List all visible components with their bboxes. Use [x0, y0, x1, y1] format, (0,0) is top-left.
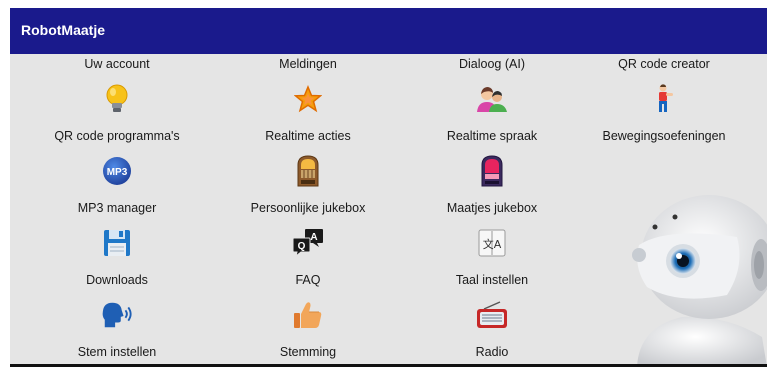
menu-item-label: Realtime spraak [446, 129, 538, 143]
menu-item-label: MP3 manager [77, 201, 157, 215]
menu-item-label: Radio [475, 345, 509, 359]
menu-item-label: Dialoog (AI) [459, 57, 525, 71]
robot-illustration [627, 187, 767, 367]
menu-item-meldingen[interactable]: Meldingen [218, 54, 398, 74]
menu-item-label: Stemming [279, 345, 337, 359]
menu-item-label: Stem instellen [77, 345, 157, 359]
menu-item-downloads[interactable]: Downloads [27, 227, 207, 299]
menu-item-label: Realtime acties [265, 129, 351, 143]
menu-item-realtime-spraak[interactable]: Realtime spraak [402, 83, 582, 155]
menu-item-label: Taal instellen [455, 273, 529, 287]
faq-q-text: Q [298, 241, 306, 252]
menu-row-top: Uw account Meldingen Dialoog (AI) QR cod… [10, 54, 767, 74]
menu-item-maatjes-jukebox[interactable]: Maatjes jukebox [402, 155, 582, 227]
menu-item-stemming[interactable]: Stemming [218, 299, 398, 367]
menu-item-label: Maatjes jukebox [446, 201, 538, 215]
thumbs-up-icon [292, 299, 324, 331]
menu-item-label: QR code creator [618, 57, 710, 71]
menu-item-realtime-acties[interactable]: Realtime acties [218, 83, 398, 155]
mp3-icon: MP3 [101, 155, 133, 187]
speaking-head-icon [101, 299, 133, 331]
app-bar: RobotMaatje [10, 8, 767, 54]
jukebox-icon [292, 155, 324, 187]
menu-item-taal-instellen[interactable]: 文A Taal instellen [402, 227, 582, 299]
menu-item-mp3-manager[interactable]: MP3 MP3 manager [27, 155, 207, 227]
translate-icon-text: 文A [483, 237, 502, 251]
menu-item-stem-instellen[interactable]: Stem instellen [27, 299, 207, 367]
menu-item-label: FAQ [295, 273, 321, 287]
menu-item-uw-account[interactable]: Uw account [27, 54, 207, 74]
menu-item-label: Persoonlijke jukebox [250, 201, 366, 215]
app-title: RobotMaatje [21, 22, 105, 38]
people-chat-icon [476, 83, 508, 115]
menu-item-label: Bewegingsoefeningen [602, 129, 726, 143]
app-window: RobotMaatje Uw account Meldingen Dialoog… [10, 8, 767, 367]
mp3-icon-text: MP3 [107, 167, 128, 178]
menu-item-dialoog[interactable]: Dialoog (AI) [402, 54, 582, 74]
faq-a-text: A [310, 232, 317, 243]
menu-item-persoonlijke-jukebox[interactable]: Persoonlijke jukebox [218, 155, 398, 227]
qa-bubbles-icon: A Q [292, 227, 324, 259]
exercise-person-icon [648, 83, 680, 115]
menu-item-qr-programmas[interactable]: QR code programma's [27, 83, 207, 155]
menu-item-bewegingsoefeningen[interactable]: Bewegingsoefeningen [574, 83, 754, 155]
menu-item-radio[interactable]: Radio [402, 299, 582, 367]
translate-icon: 文A [476, 227, 508, 259]
floppy-disk-icon [101, 227, 133, 259]
menu-item-faq[interactable]: A Q FAQ [218, 227, 398, 299]
menu-item-qr-creator[interactable]: QR code creator [574, 54, 754, 74]
jukebox-pink-icon [476, 155, 508, 187]
menu-item-label: Downloads [86, 273, 148, 287]
menu-row-1: QR code programma's Realtime acties Real… [10, 83, 767, 155]
menu-item-label: QR code programma's [54, 129, 180, 143]
star-icon [292, 83, 324, 115]
radio-icon [476, 299, 508, 331]
menu-item-label: Meldingen [279, 57, 337, 71]
menu-item-label: Uw account [84, 57, 150, 71]
lightbulb-icon [101, 83, 133, 115]
